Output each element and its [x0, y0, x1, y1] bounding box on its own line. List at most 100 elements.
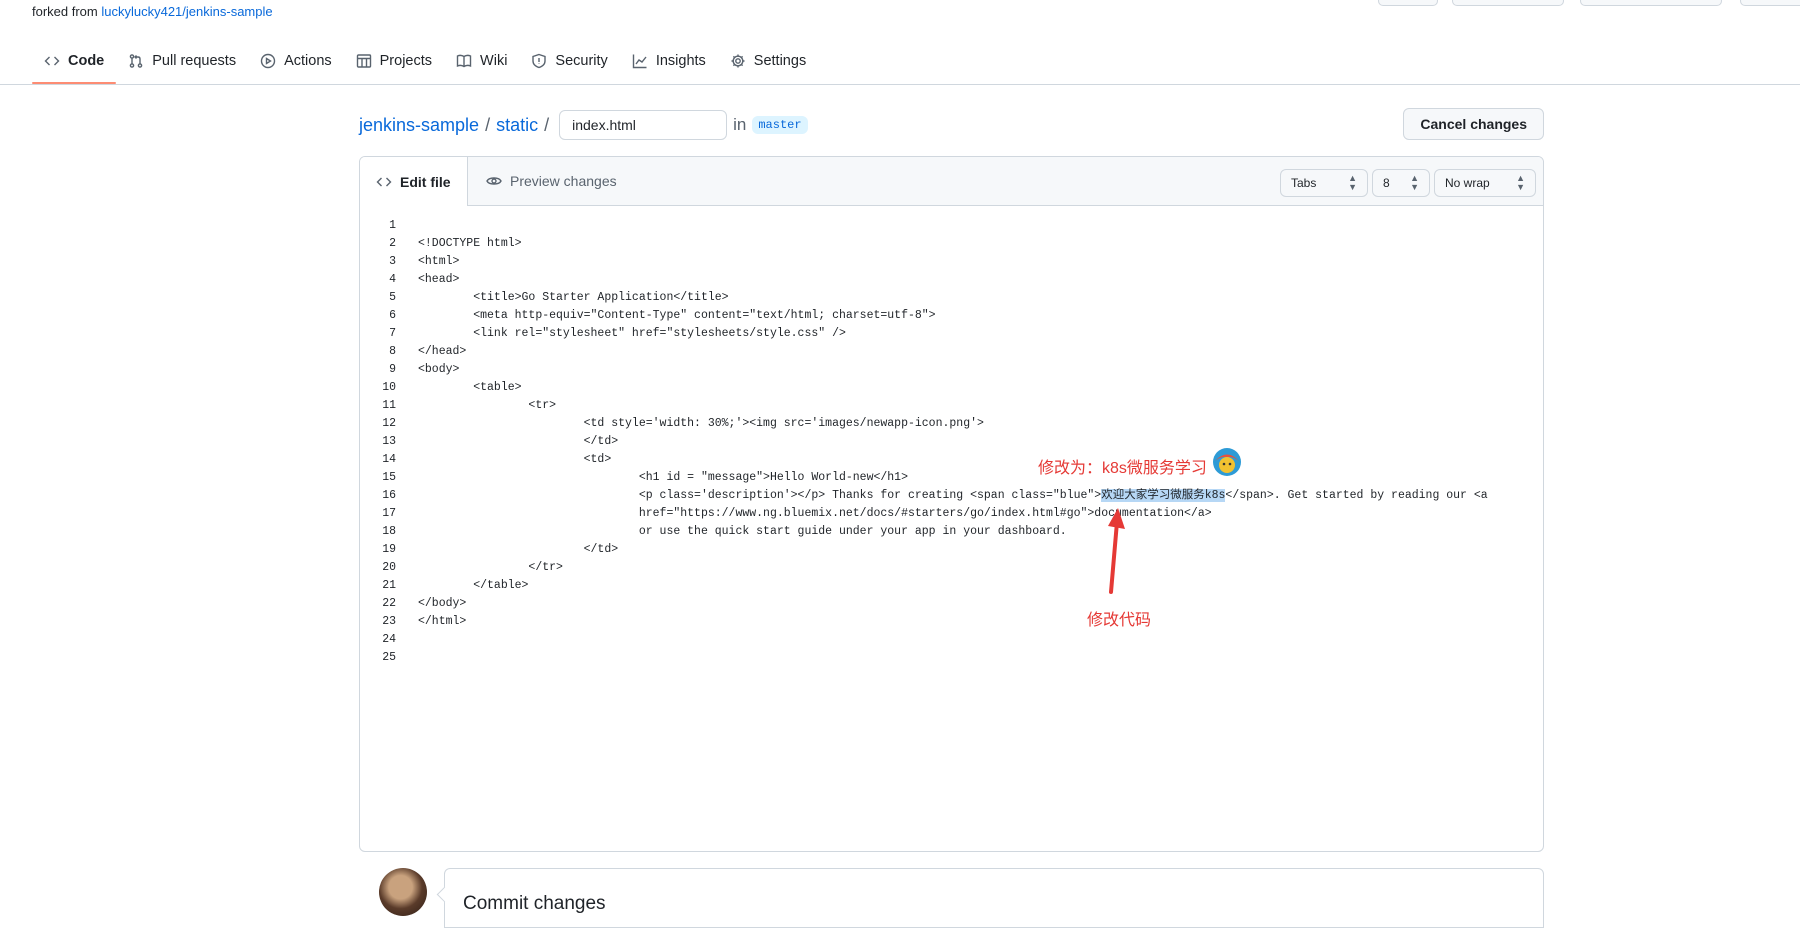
code-icon	[376, 177, 392, 186]
tab-label: Actions	[284, 53, 332, 69]
line-text: </td>	[418, 543, 619, 556]
header-button-ghost[interactable]	[1580, 0, 1722, 6]
tab-wiki[interactable]: Wiki	[444, 40, 519, 82]
line-number: 11	[382, 399, 396, 412]
indent-mode-select[interactable]: Tabs ▲ ▼	[1280, 169, 1368, 197]
line-number: 25	[382, 651, 396, 664]
line-text: <tr>	[418, 399, 557, 412]
commit-section: Commit changes	[359, 864, 1544, 928]
line-number: 18	[382, 525, 396, 538]
line-number: 7	[389, 327, 396, 340]
fork-source-link[interactable]: luckylucky421/jenkins-sample	[101, 4, 272, 19]
select-arrows-icon: ▲ ▼	[1516, 173, 1525, 192]
tab-projects[interactable]: Projects	[344, 40, 444, 82]
avatar	[379, 868, 427, 916]
line-number: 2	[389, 237, 396, 250]
select-arrows-icon: ▲ ▼	[1348, 173, 1357, 192]
tab-edit-file-label: Edit file	[400, 173, 451, 190]
breadcrumb: jenkins-sample / static / in master Canc…	[359, 108, 1544, 142]
line-number: 12	[382, 417, 396, 430]
line-number: 20	[382, 561, 396, 574]
tab-label: Security	[555, 53, 608, 69]
wrap-mode-select[interactable]: No wrap ▲ ▼	[1434, 169, 1536, 197]
eye-icon	[486, 177, 502, 185]
line-number: 5	[389, 291, 396, 304]
line-number: 13	[382, 435, 396, 448]
line-text: <body>	[418, 363, 460, 376]
code-icon	[44, 56, 60, 66]
header-button-ghost[interactable]	[1378, 0, 1438, 6]
line-text: </td>	[418, 435, 619, 448]
cancel-changes-button[interactable]: Cancel changes	[1403, 108, 1544, 140]
header-button-ghost[interactable]	[1452, 0, 1564, 6]
line-number: 9	[389, 363, 396, 376]
editor-header: Edit file Preview changes Tabs ▲ ▼ 8 ▲ ▼ N…	[360, 157, 1543, 206]
line-text: <td>	[418, 453, 612, 466]
line-number: 3	[389, 255, 396, 268]
tab-label: Pull requests	[152, 53, 237, 69]
line-text: or use the quick start guide under your …	[418, 525, 1067, 538]
line-number: 19	[382, 543, 396, 556]
highlighted-text: 欢迎大家学习微服务k8s	[1101, 489, 1226, 502]
line-number: 10	[382, 381, 396, 394]
line-text: <table>	[418, 381, 522, 394]
commit-title: Commit changes	[463, 893, 606, 914]
line-text: <!DOCTYPE html>	[418, 237, 522, 250]
line-number: 15	[382, 471, 396, 484]
tab-label: Settings	[753, 53, 807, 69]
indent-size-select[interactable]: 8 ▲ ▼	[1372, 169, 1430, 197]
tab-preview-label: Preview changes	[510, 173, 617, 189]
line-number: 16	[382, 489, 396, 502]
line-text: <h1 id = "message">Hello World-new</h1>	[418, 471, 908, 484]
annotation-change-to: 修改为：k8s微服务学习	[1038, 460, 1207, 477]
tab-actions[interactable]: Actions	[248, 40, 344, 82]
breadcrumb-dir-link[interactable]: static	[496, 115, 538, 136]
graph-icon	[632, 54, 647, 69]
play-icon	[260, 53, 276, 69]
tab-edit-file[interactable]: Edit file	[360, 157, 468, 206]
tab-label: Code	[68, 53, 105, 69]
line-number: 14	[382, 453, 396, 466]
gear-icon	[731, 54, 745, 68]
in-label: in	[733, 115, 747, 134]
commit-box: Commit changes	[436, 868, 1544, 928]
line-text: </html>	[418, 615, 467, 628]
wrap-mode-value: No wrap	[1445, 176, 1490, 190]
tab-label: Projects	[379, 53, 433, 69]
line-text: </tr>	[418, 561, 563, 574]
repo-nav: Code Pull requests Actions Projects Wiki Secu…	[0, 40, 1800, 85]
line-text: <link rel="stylesheet" href="stylesheets…	[418, 327, 846, 340]
select-arrows-icon: ▲ ▼	[1410, 173, 1419, 192]
tab-pull-requests[interactable]: Pull requests	[116, 40, 248, 82]
line-text: </table>	[418, 579, 529, 592]
forked-prefix: forked from	[32, 4, 102, 19]
tab-code[interactable]: Code	[32, 40, 117, 84]
book-icon	[456, 54, 472, 68]
line-text: <title>Go Starter Application</title>	[418, 291, 729, 304]
tab-insights[interactable]: Insights	[620, 40, 718, 82]
commit-box-caret	[436, 886, 453, 903]
annotation-arrow	[1108, 508, 1125, 594]
filename-input[interactable]	[559, 110, 728, 140]
tab-preview-changes[interactable]: Preview changes	[470, 157, 633, 205]
annotation-modify-code: 修改代码	[1087, 612, 1152, 629]
breadcrumb-separator: /	[485, 114, 491, 135]
line-number: 24	[382, 633, 396, 646]
line-number: 21	[382, 579, 396, 592]
line-text: href="https://www.ng.bluemix.net/docs/#s…	[418, 507, 1212, 520]
line-text: </body>	[418, 597, 467, 610]
tab-security[interactable]: Security	[519, 40, 619, 82]
line-text: <meta http-equiv="Content-Type" content=…	[418, 309, 936, 322]
tab-settings[interactable]: Settings	[718, 40, 818, 82]
line-number: 23	[382, 615, 396, 628]
forked-from-note: forked from luckylucky421/jenkins-sample	[32, 4, 273, 19]
line-text: </head>	[418, 345, 467, 358]
header-button-ghost[interactable]	[1740, 0, 1800, 6]
line-number: 22	[382, 597, 396, 610]
indent-size-value: 8	[1383, 176, 1390, 190]
breadcrumb-repo-link[interactable]: jenkins-sample	[359, 115, 479, 136]
line-number: 17	[382, 507, 396, 520]
branch-badge: master	[752, 116, 808, 134]
tab-label: Insights	[655, 53, 706, 69]
line-text: <html>	[418, 255, 460, 268]
